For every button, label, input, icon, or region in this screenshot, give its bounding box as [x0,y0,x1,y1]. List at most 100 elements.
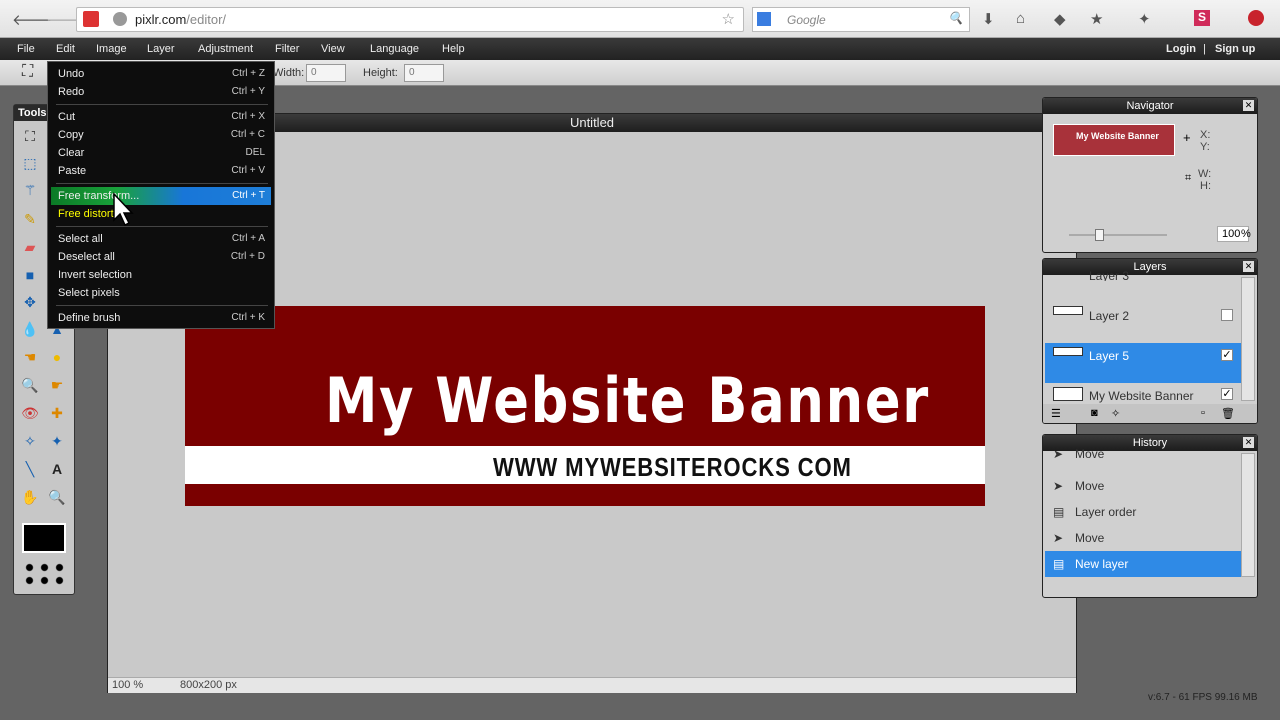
wand-tool-icon[interactable]: ⚚ [19,179,41,201]
banner-url: WWW MYWEBSITEROCKS COM [493,452,852,482]
visibility-checkbox[interactable]: ✓ [1221,349,1233,361]
zoom-slider-handle[interactable] [1095,229,1104,241]
menu-file[interactable]: File [17,43,35,55]
menu-edit[interactable]: Edit [56,43,75,55]
url-bar[interactable]: pixlr.com/editor/ ☆ [76,7,744,32]
home-icon[interactable]: ⌂ [1016,10,1025,27]
zoom-slider[interactable] [1069,229,1167,241]
menu-language[interactable]: Language [370,43,419,55]
spot-heal-tool-icon[interactable]: ✚ [46,402,68,424]
menu-item-free-transform[interactable]: Free transform... Ctrl + T [51,187,271,205]
menu-layer[interactable]: Layer [147,43,175,55]
menu-item-select-pixels[interactable]: Select pixels [51,284,271,302]
menu-item-free-distort[interactable]: Free distort [51,205,271,223]
visibility-checkbox[interactable] [1221,309,1233,321]
layer-name: Layer 5 [1089,349,1130,363]
layer-settings-icon[interactable]: ☰ [1051,407,1061,420]
pixlr-favicon-icon [83,11,99,27]
url-path: /editor/ [186,12,227,27]
layers-scrollbar[interactable] [1241,277,1255,401]
undo-label: Undo [58,68,85,80]
cut-label: Cut [58,111,76,123]
menu-item-define-brush[interactable]: Define brush Ctrl + K [51,309,271,327]
zoom-tool-icon[interactable]: 🔍 [46,486,68,508]
login-link[interactable]: Login [1166,43,1196,55]
layer-row[interactable]: Layer 3 [1045,263,1241,281]
primary-color-swatch[interactable] [22,523,66,553]
menu-help[interactable]: Help [442,43,465,55]
height-input[interactable]: 0 [404,64,444,82]
x-label: X: [1200,129,1211,141]
history-item[interactable]: ➤ Move [1045,447,1241,473]
redeye-tool-icon[interactable]: 👁 [19,402,41,424]
menu-item-redo[interactable]: Redo Ctrl + Y [51,83,271,101]
sponge-tool-icon[interactable]: ● [46,346,68,368]
drop-tool-icon[interactable]: 💧 [19,318,41,340]
trash-icon[interactable]: 🗑 [1221,407,1235,420]
layer-style-icon[interactable]: ✧ [1111,407,1120,420]
search-placeholder: Google [787,13,826,27]
close-icon[interactable]: ✕ [1243,261,1254,272]
star-icon[interactable]: ☆ [722,10,735,28]
menu-item-select-all[interactable]: Select all Ctrl + A [51,230,271,248]
thumbnail-title: My Website Banner [1076,131,1159,141]
menu-adjustment[interactable]: Adjustment [198,43,253,55]
menu-item-copy[interactable]: Copy Ctrl + C [51,126,271,144]
download-icon[interactable]: ⬇ [982,10,995,28]
new-layer-icon: ▤ [1053,557,1065,571]
grid-icon[interactable] [22,561,68,587]
navigator-thumbnail[interactable]: My Website Banner [1053,124,1175,156]
type-tool-icon[interactable]: A [46,458,68,480]
hand-tool-icon[interactable]: ✋ [19,486,41,508]
menu-item-clear[interactable]: Clear DEL [51,144,271,162]
picker-tool-icon[interactable]: ╲ [19,458,41,480]
image-size: 800x200 px [180,679,237,691]
pencil-tool-icon[interactable]: ✎ [19,208,41,230]
menu-item-deselect-all[interactable]: Deselect all Ctrl + D [51,248,271,266]
history-item[interactable]: ➤ Move [1045,473,1241,499]
banner-image[interactable]: My Website Banner WWW MYWEBSITEROCKS COM [185,306,985,506]
s-extension-icon[interactable]: S [1194,10,1210,26]
width-input[interactable]: 0 [306,64,346,82]
menu-item-paste[interactable]: Paste Ctrl + V [51,162,271,180]
layer-row-selected[interactable]: Layer 5 ✓ [1045,343,1241,383]
magnifier-icon[interactable]: 🔍 [948,11,963,25]
menu-view[interactable]: View [321,43,345,55]
history-scrollbar[interactable] [1241,453,1255,577]
menu-item-cut[interactable]: Cut Ctrl + X [51,108,271,126]
history-item-selected[interactable]: ▤ New layer [1045,551,1241,577]
menu-item-invert-selection[interactable]: Invert selection [51,266,271,284]
history-item[interactable]: ▤ Layer order [1045,499,1241,525]
visibility-checkbox[interactable]: ✓ [1221,388,1233,400]
history-item[interactable]: ➤ Move [1045,525,1241,551]
layer-row[interactable]: Layer 2 [1045,303,1241,329]
menu-item-undo[interactable]: Undo Ctrl + Z [51,65,271,83]
navigator-panel: Navigator ✕ My Website Banner + X: Y: ⌗ W… [1042,97,1258,253]
layer-mask-icon[interactable]: ◙ [1091,407,1098,419]
zoom-level[interactable]: 100 % [112,679,143,691]
burn-tool-icon[interactable]: 🔍 [19,374,41,396]
crop-tool-icon[interactable]: ⛶ [19,125,41,147]
eraser-tool-icon[interactable]: ▰ [19,236,41,258]
new-layer-icon[interactable]: ▫ [1201,407,1205,419]
smudge-tool-icon[interactable]: ☚ [19,346,41,368]
layer-name: Layer 2 [1089,309,1130,323]
extension-icon[interactable]: ◆ [1054,10,1066,28]
clone-tool-icon[interactable]: ✥ [19,291,41,313]
bloat-tool-icon[interactable]: ✧ [19,430,41,452]
gradient-tool-icon[interactable]: ■ [19,264,41,286]
menu-image[interactable]: Image [96,43,127,55]
close-icon[interactable]: ✕ [1243,100,1254,111]
close-icon[interactable]: ✕ [1243,437,1254,448]
dodge-tool-icon[interactable]: ☛ [46,374,68,396]
search-input[interactable]: Google 🔍 [752,7,970,32]
menu-filter[interactable]: Filter [275,43,299,55]
pinch-tool-icon[interactable]: ✦ [46,430,68,452]
addon-icon[interactable]: ✦ [1138,10,1151,28]
bookmarks-icon[interactable]: ★ [1090,10,1103,28]
mouse-cursor-icon [113,192,134,227]
marquee-tool-icon[interactable]: ⬚ [19,152,41,174]
signup-link[interactable]: Sign up [1215,43,1255,55]
pinterest-icon[interactable] [1248,10,1264,26]
menu-divider [56,226,268,227]
